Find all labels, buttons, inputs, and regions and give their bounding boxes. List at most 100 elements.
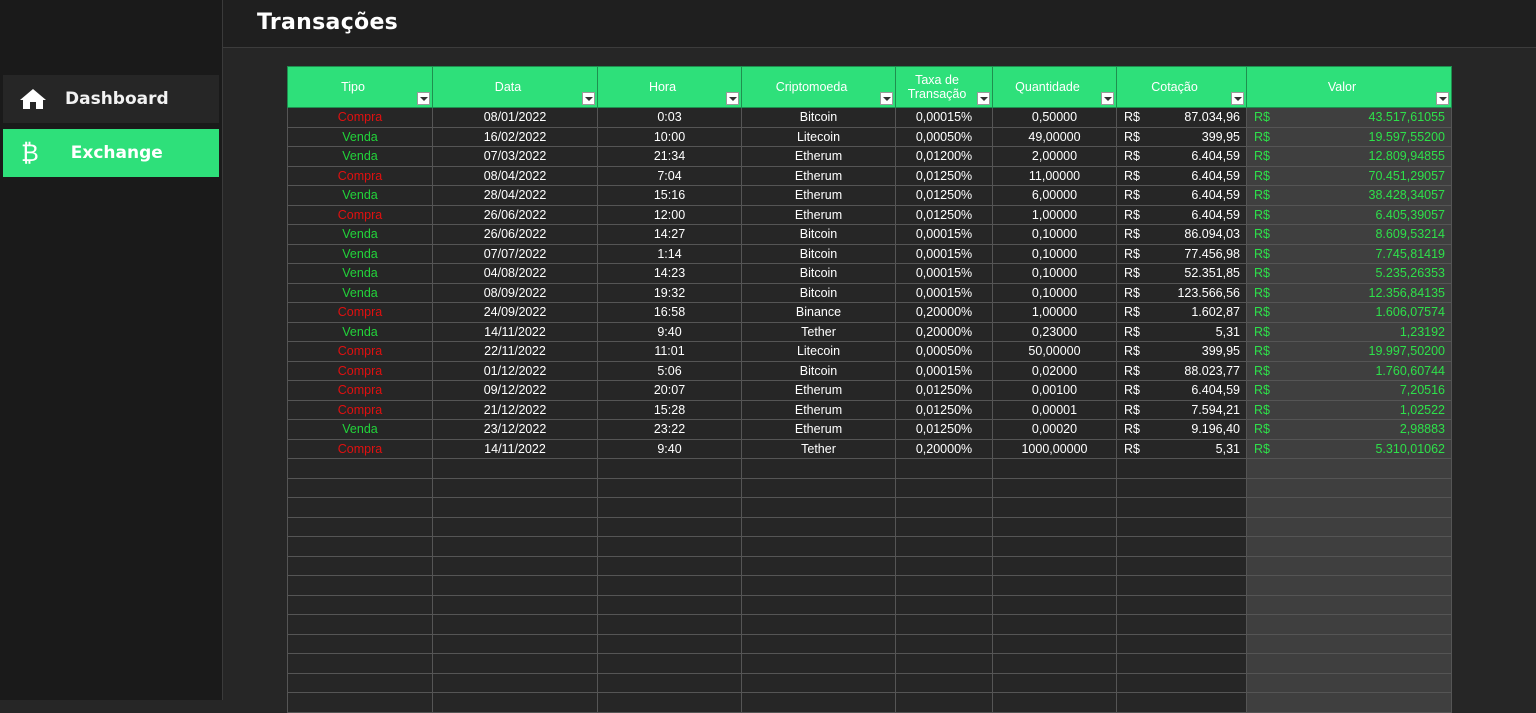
empty-cell-hora[interactable] [597, 516, 742, 537]
cell-cripto[interactable]: Litecoin [741, 341, 896, 362]
cell-taxa[interactable]: 0,01250% [895, 380, 993, 401]
empty-cell-data[interactable] [432, 672, 598, 693]
empty-cell-tipo[interactable] [287, 497, 433, 518]
empty-cell-valor[interactable] [1246, 594, 1452, 615]
cell-data[interactable]: 14/11/2022 [432, 321, 598, 342]
cell-qtd[interactable]: 1,00000 [992, 302, 1117, 323]
cell-data[interactable]: 07/03/2022 [432, 146, 598, 167]
empty-cell-qtd[interactable] [992, 516, 1117, 537]
cell-cripto[interactable]: Binance [741, 302, 896, 323]
cell-data[interactable]: 01/12/2022 [432, 360, 598, 381]
empty-cell-tipo[interactable] [287, 653, 433, 674]
empty-cell-tipo[interactable] [287, 575, 433, 596]
empty-cell-valor[interactable] [1246, 575, 1452, 596]
empty-cell-qtd[interactable] [992, 536, 1117, 557]
cell-valor[interactable]: R$ 8.609,53214 [1246, 224, 1452, 245]
cell-cotacao[interactable]: R$ 6.404,59 [1116, 185, 1247, 206]
cell-valor[interactable]: R$ 5.235,26353 [1246, 263, 1452, 284]
sidebar-item-exchange[interactable]: ₿ Exchange [3, 129, 219, 177]
cell-data[interactable]: 16/02/2022 [432, 126, 598, 147]
cell-tipo[interactable]: Compra [287, 380, 433, 401]
empty-cell-cotacao[interactable] [1116, 516, 1247, 537]
cell-tipo[interactable]: Compra [287, 302, 433, 323]
empty-cell-cotacao[interactable] [1116, 536, 1247, 557]
cell-taxa[interactable]: 0,00015% [895, 282, 993, 303]
cell-hora[interactable]: 5:06 [597, 360, 742, 381]
filter-dropdown-icon[interactable] [880, 92, 893, 105]
cell-cripto[interactable]: Bitcoin [741, 360, 896, 381]
empty-cell-valor[interactable] [1246, 653, 1452, 674]
cell-hora[interactable]: 9:40 [597, 321, 742, 342]
cell-hora[interactable]: 14:27 [597, 224, 742, 245]
empty-cell-data[interactable] [432, 536, 598, 557]
cell-valor[interactable]: R$ 12.809,94855 [1246, 146, 1452, 167]
empty-cell-taxa[interactable] [895, 458, 993, 479]
cell-qtd[interactable]: 1000,00000 [992, 438, 1117, 459]
cell-valor[interactable]: R$ 1,23192 [1246, 321, 1452, 342]
empty-cell-taxa[interactable] [895, 555, 993, 576]
empty-cell-hora[interactable] [597, 477, 742, 498]
empty-cell-valor[interactable] [1246, 458, 1452, 479]
empty-cell-taxa[interactable] [895, 633, 993, 654]
cell-data[interactable]: 14/11/2022 [432, 438, 598, 459]
cell-qtd[interactable]: 0,00100 [992, 380, 1117, 401]
empty-cell-cripto[interactable] [741, 614, 896, 635]
sidebar-item-dashboard[interactable]: Dashboard [3, 75, 219, 123]
cell-tipo[interactable]: Compra [287, 438, 433, 459]
cell-tipo[interactable]: Compra [287, 107, 433, 128]
empty-cell-cotacao[interactable] [1116, 633, 1247, 654]
cell-hora[interactable]: 23:22 [597, 419, 742, 440]
empty-cell-cripto[interactable] [741, 672, 896, 693]
empty-cell-qtd[interactable] [992, 633, 1117, 654]
cell-tipo[interactable]: Compra [287, 165, 433, 186]
cell-qtd[interactable]: 2,00000 [992, 146, 1117, 167]
cell-qtd[interactable]: 0,10000 [992, 224, 1117, 245]
empty-cell-data[interactable] [432, 614, 598, 635]
cell-tipo[interactable]: Venda [287, 263, 433, 284]
cell-cripto[interactable]: Bitcoin [741, 107, 896, 128]
cell-valor[interactable]: R$ 43.517,61055 [1246, 107, 1452, 128]
empty-cell-taxa[interactable] [895, 614, 993, 635]
cell-hora[interactable]: 16:58 [597, 302, 742, 323]
cell-valor[interactable]: R$ 5.310,01062 [1246, 438, 1452, 459]
cell-qtd[interactable]: 0,02000 [992, 360, 1117, 381]
cell-data[interactable]: 22/11/2022 [432, 341, 598, 362]
empty-cell-hora[interactable] [597, 497, 742, 518]
cell-data[interactable]: 07/07/2022 [432, 243, 598, 264]
filter-dropdown-icon[interactable] [1231, 92, 1244, 105]
empty-cell-tipo[interactable] [287, 614, 433, 635]
empty-cell-valor[interactable] [1246, 614, 1452, 635]
cell-valor[interactable]: R$ 70.451,29057 [1246, 165, 1452, 186]
cell-cotacao[interactable]: R$ 86.094,03 [1116, 224, 1247, 245]
cell-cotacao[interactable]: R$ 399,95 [1116, 126, 1247, 147]
cell-hora[interactable]: 20:07 [597, 380, 742, 401]
empty-cell-tipo[interactable] [287, 555, 433, 576]
cell-hora[interactable]: 14:23 [597, 263, 742, 284]
cell-qtd[interactable]: 0,10000 [992, 263, 1117, 284]
cell-cripto[interactable]: Etherum [741, 204, 896, 225]
empty-cell-qtd[interactable] [992, 594, 1117, 615]
empty-cell-cotacao[interactable] [1116, 497, 1247, 518]
cell-qtd[interactable]: 1,00000 [992, 204, 1117, 225]
empty-cell-cripto[interactable] [741, 536, 896, 557]
empty-cell-data[interactable] [432, 477, 598, 498]
filter-dropdown-icon[interactable] [1436, 92, 1449, 105]
filter-dropdown-icon[interactable] [582, 92, 595, 105]
cell-taxa[interactable]: 0,00015% [895, 224, 993, 245]
empty-cell-cripto[interactable] [741, 497, 896, 518]
cell-hora[interactable]: 15:16 [597, 185, 742, 206]
cell-taxa[interactable]: 0,01200% [895, 146, 993, 167]
cell-hora[interactable]: 11:01 [597, 341, 742, 362]
empty-cell-data[interactable] [432, 458, 598, 479]
cell-valor[interactable]: R$ 12.356,84135 [1246, 282, 1452, 303]
empty-cell-cotacao[interactable] [1116, 614, 1247, 635]
cell-cotacao[interactable]: R$ 6.404,59 [1116, 146, 1247, 167]
cell-taxa[interactable]: 0,20000% [895, 302, 993, 323]
empty-cell-valor[interactable] [1246, 516, 1452, 537]
cell-cripto[interactable]: Etherum [741, 380, 896, 401]
cell-qtd[interactable]: 0,50000 [992, 107, 1117, 128]
filter-dropdown-icon[interactable] [726, 92, 739, 105]
cell-hora[interactable]: 7:04 [597, 165, 742, 186]
cell-valor[interactable]: R$ 1,02522 [1246, 399, 1452, 420]
cell-qtd[interactable]: 49,00000 [992, 126, 1117, 147]
